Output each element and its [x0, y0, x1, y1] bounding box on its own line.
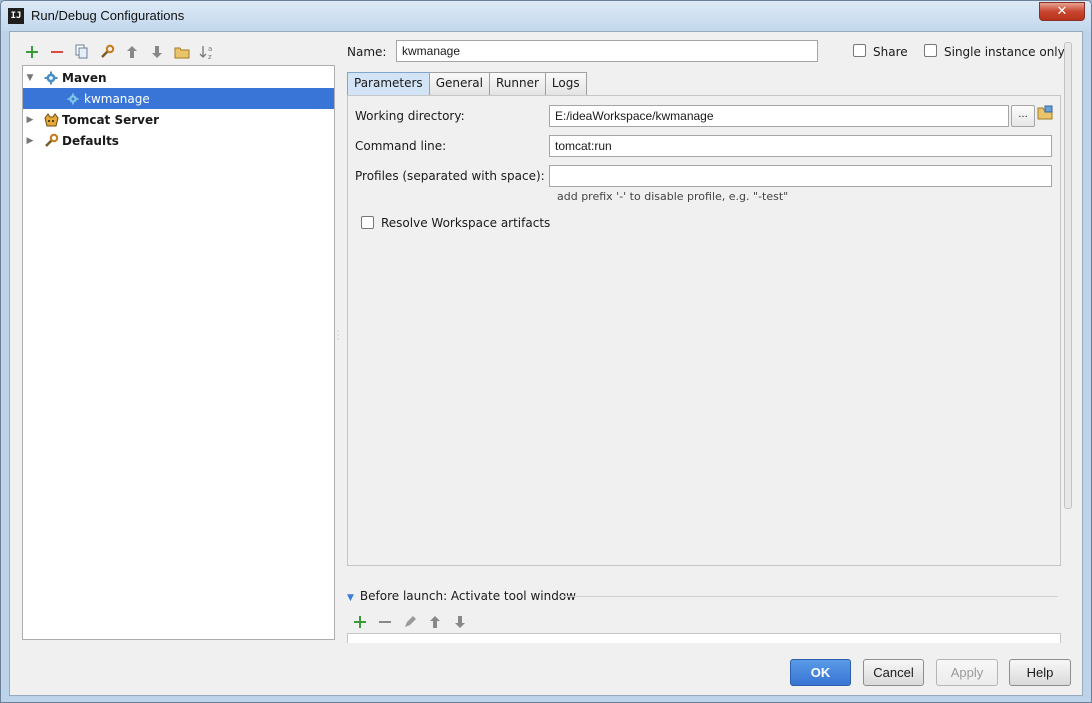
expanded-arrow-icon[interactable]: ▼	[23, 73, 37, 83]
move-up-icon[interactable]	[122, 43, 141, 62]
tree-item-label: Tomcat Server	[62, 112, 160, 127]
macro-folder-icon[interactable]	[1037, 105, 1053, 124]
tree-item-tomcat-server[interactable]: ▶ Tomcat Server	[23, 109, 334, 130]
profiles-label: Profiles (separated with space):	[355, 169, 545, 183]
before-launch-header[interactable]: ▼ Before launch: Activate tool window	[347, 589, 576, 603]
intellij-app-icon: IJ	[8, 8, 24, 24]
command-line-field[interactable]: tomcat:run	[549, 135, 1052, 157]
tab-logs[interactable]: Logs	[544, 72, 587, 95]
scrollbar-thumb[interactable]	[1064, 42, 1072, 509]
tree-item-label: Defaults	[62, 133, 119, 148]
apply-button[interactable]: Apply	[936, 659, 998, 686]
before-launch-task-list[interactable]	[347, 633, 1061, 643]
resolve-workspace-checkbox[interactable]	[361, 216, 374, 229]
tab-general[interactable]: General	[428, 72, 490, 95]
tree-item-label: kwmanage	[84, 91, 150, 106]
dialog-window: IJ Run/Debug Configurations ✕ a z ▼ Mave…	[0, 0, 1092, 703]
window-title: Run/Debug Configurations	[31, 8, 185, 23]
move-down-icon[interactable]	[147, 43, 166, 62]
close-button[interactable]: ✕	[1039, 2, 1085, 21]
collapsed-arrow-icon[interactable]: ▶	[23, 115, 37, 125]
command-line-label: Command line:	[355, 139, 447, 153]
tree-item-label: Maven	[62, 70, 107, 85]
folder-icon[interactable]	[172, 43, 191, 62]
single-instance-checkbox[interactable]	[924, 44, 937, 57]
tree-item-defaults[interactable]: ▶ Defaults	[23, 130, 334, 151]
share-label: Share	[873, 45, 908, 59]
cancel-button[interactable]: Cancel	[863, 659, 924, 686]
configuration-tree[interactable]: ▼ Maven kwmanage ▶ Tomcat Server ▶ Defau…	[22, 65, 335, 640]
name-label: Name:	[347, 45, 387, 59]
defaults-wrench-icon	[43, 133, 59, 149]
sort-icon[interactable]: az	[197, 43, 216, 62]
remove-icon[interactable]	[47, 43, 66, 62]
collapsed-arrow-icon[interactable]: ▶	[23, 136, 37, 146]
tree-item-maven[interactable]: ▼ Maven	[23, 67, 334, 88]
profiles-hint: add prefix '-' to disable profile, e.g. …	[557, 190, 789, 203]
single-instance-label: Single instance only	[944, 45, 1065, 59]
move-up-icon[interactable]	[425, 612, 444, 631]
share-checkbox[interactable]	[853, 44, 866, 57]
tab-parameters[interactable]: Parameters	[347, 72, 430, 95]
edit-defaults-icon[interactable]	[97, 43, 116, 62]
add-icon[interactable]	[350, 612, 369, 631]
config-tabs: Parameters General Runner Logs	[347, 72, 587, 95]
add-icon[interactable]	[22, 43, 41, 62]
working-directory-label: Working directory:	[355, 109, 465, 123]
maven-gear-icon	[43, 70, 59, 86]
remove-icon[interactable]	[375, 612, 394, 631]
before-launch-separator	[560, 596, 1058, 597]
splitter-handle[interactable]: · · ·	[335, 328, 341, 344]
title-bar: IJ Run/Debug Configurations ✕	[1, 1, 1091, 31]
tomcat-icon	[43, 112, 59, 128]
resolve-workspace-label: Resolve Workspace artifacts	[381, 216, 551, 230]
config-toolbar: az	[22, 42, 216, 62]
before-launch-title: Before launch: Activate tool window	[359, 589, 576, 603]
before-launch-toolbar	[350, 612, 469, 631]
svg-text:a: a	[208, 45, 212, 53]
edit-pencil-icon[interactable]	[400, 612, 419, 631]
help-button[interactable]: Help	[1009, 659, 1071, 686]
profiles-field[interactable]	[549, 165, 1052, 187]
copy-icon[interactable]	[72, 43, 91, 62]
ok-button[interactable]: OK	[790, 659, 851, 686]
browse-button[interactable]: ...	[1011, 105, 1035, 127]
working-directory-field[interactable]: E:/ideaWorkspace/kwmanage	[549, 105, 1009, 127]
vertical-scrollbar[interactable]	[1063, 42, 1073, 509]
name-field[interactable]: kwmanage	[396, 40, 818, 62]
svg-text:z: z	[208, 53, 212, 60]
tree-item-kwmanage[interactable]: kwmanage	[23, 88, 334, 109]
maven-gear-icon	[65, 91, 81, 107]
tab-runner[interactable]: Runner	[488, 72, 546, 95]
expanded-triangle-icon[interactable]: ▼	[347, 593, 354, 603]
move-down-icon[interactable]	[450, 612, 469, 631]
dialog-content: az ▼ Maven kwmanage ▶ Tomcat Server ▶ De…	[9, 31, 1083, 696]
